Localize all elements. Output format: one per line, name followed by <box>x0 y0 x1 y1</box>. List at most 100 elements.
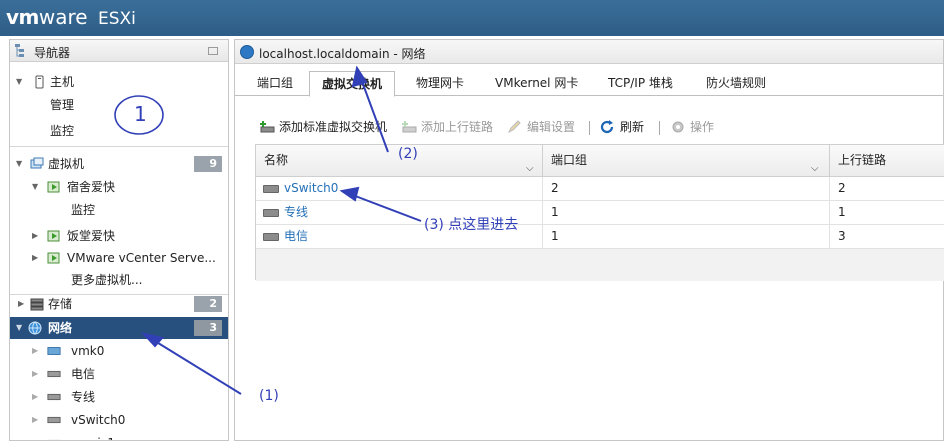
expand-right-icon[interactable]: ▶ <box>32 340 38 362</box>
column-header-uplinks[interactable]: 上行链路 <box>830 145 944 177</box>
tree-item-vswitch0[interactable]: ▶ vSwitch0 <box>10 409 228 431</box>
navigator-title: 导航器 <box>34 46 71 60</box>
tab-physical-nics[interactable]: 物理网卡 <box>416 72 464 96</box>
collapse-panel-icon[interactable] <box>208 47 218 55</box>
tree-label-vm-dorm: 宿舍爱快 <box>67 180 116 194</box>
annotation-circle-mark: 1 <box>134 102 147 126</box>
port-group-icon <box>47 393 61 401</box>
tree-label-network: 网络 <box>48 321 73 335</box>
expand-right-icon[interactable]: ▶ <box>32 386 38 408</box>
top-banner: vmware ESXi <box>0 0 944 36</box>
tree-item-manage[interactable]: 管理 <box>10 94 228 116</box>
expand-right-icon[interactable]: ▶ <box>32 247 38 269</box>
cell-uplinks: 2 <box>838 181 846 195</box>
tab-vmkernel-nics[interactable]: VMkernel 网卡 <box>495 72 578 96</box>
tree-label-vmk0: vmk0 <box>71 344 105 358</box>
table-row[interactable]: vSwitch0 2 2 <box>256 177 944 201</box>
tab-tcpip-stacks[interactable]: TCP/IP 堆栈 <box>608 72 673 96</box>
tree-label-dedicated: 专线 <box>71 390 96 404</box>
cell-portgroups: 2 <box>543 177 830 201</box>
switch-link-telecom[interactable]: 电信 <box>284 229 308 243</box>
annotation-label-3: (3) 点这里进去 <box>424 217 519 233</box>
storage-count-badge: 2 <box>194 296 222 312</box>
cell-portgroups: 1 <box>543 201 830 225</box>
tab-virtual-switches[interactable]: 虚拟交换机 <box>309 71 396 97</box>
network-count-badge: 3 <box>194 320 222 336</box>
tree-label-telecom: 电信 <box>71 367 96 381</box>
expand-right-icon[interactable]: ▶ <box>32 409 38 431</box>
content-header: localhost.localdomain - 网络 <box>235 40 943 64</box>
navigator-panel: 导航器 ▼ 主机 管理 监控 ▼ 虚拟机 9 ▼ 宿舍爱快 监控 ▶ 饭堂爱快 … <box>9 39 229 441</box>
vswitch-icon <box>263 233 279 241</box>
vswitch-icon <box>47 416 61 424</box>
expand-down-icon[interactable]: ▼ <box>16 153 22 175</box>
annotation-label-1: (1) <box>259 388 279 404</box>
tree-item-dedicated[interactable]: ▶ 专线 <box>10 386 228 408</box>
network-globe-icon <box>240 45 254 59</box>
vswitch-icon <box>263 209 279 217</box>
tree-item-storage[interactable]: ▶ 存储 2 <box>10 293 228 315</box>
tree-label-more-vms: 更多虚拟机... <box>71 273 143 287</box>
cell-portgroups: 1 <box>543 225 830 249</box>
vmware-esxi-logo: vmware ESXi <box>6 5 136 29</box>
page-title: localhost.localdomain - 网络 <box>259 47 426 61</box>
tree-item-vm-dorm-monitor[interactable]: 监控 <box>10 199 228 221</box>
refresh-icon <box>600 120 614 134</box>
divider <box>10 146 228 147</box>
add-switch-icon <box>260 121 275 133</box>
toolbar-separator <box>589 121 590 135</box>
tree-item-vmnic1[interactable]: ▶ vmnic1 <box>10 432 228 440</box>
table-row[interactable]: 专线 1 1 <box>256 201 944 225</box>
vm-count-badge: 9 <box>194 156 222 172</box>
expand-right-icon[interactable]: ▶ <box>18 293 24 315</box>
network-globe-icon <box>28 321 42 335</box>
cell-name: vSwitch0 <box>256 177 543 201</box>
navigator-header: 导航器 <box>10 40 228 62</box>
tree-label-manage: 管理 <box>50 98 75 112</box>
add-uplink-icon <box>402 121 417 133</box>
expand-down-icon[interactable]: ▼ <box>16 71 22 93</box>
table-footer <box>256 249 944 281</box>
vm-running-icon <box>47 181 60 193</box>
expand-right-icon[interactable]: ▶ <box>32 225 38 247</box>
tree-item-telecom[interactable]: ▶ 电信 <box>10 363 228 385</box>
pencil-icon <box>507 120 521 134</box>
tab-firewall-rules[interactable]: 防火墙规则 <box>706 72 766 96</box>
tree-label-monitor: 监控 <box>50 124 75 138</box>
tree-item-network[interactable]: ▼ 网络 3 <box>10 317 228 339</box>
tree-label-vm-dorm-monitor: 监控 <box>71 203 96 217</box>
switch-table: 名称 ⌵ 端口组 ⌵ 上行链路 vSwitch0 2 2 专线 1 1 电信 1… <box>255 144 944 281</box>
tree-item-host[interactable]: ▼ 主机 <box>10 71 228 93</box>
tree-label-vm-canteen: 饭堂爱快 <box>67 229 116 243</box>
switch-link-vswitch0[interactable]: vSwitch0 <box>284 181 338 195</box>
vm-running-icon <box>47 230 60 242</box>
expand-right-icon[interactable]: ▶ <box>32 432 38 440</box>
expand-down-icon[interactable]: ▼ <box>16 317 22 339</box>
tab-port-groups[interactable]: 端口组 <box>257 72 293 96</box>
storage-icon <box>30 298 44 311</box>
tree-item-vms[interactable]: ▼ 虚拟机 9 <box>10 153 228 175</box>
cell-uplinks: 3 <box>838 229 846 243</box>
expand-right-icon[interactable]: ▶ <box>32 363 38 385</box>
tree-item-vm-canteen[interactable]: ▶ 饭堂爱快 <box>10 225 228 247</box>
vswitch-icon <box>263 185 279 193</box>
host-icon <box>35 75 44 89</box>
tree-label-vswitch0: vSwitch0 <box>71 413 126 427</box>
tree-item-vm-dorm[interactable]: ▼ 宿舍爱快 <box>10 176 228 198</box>
tree-item-vmk0[interactable]: ▶ vmk0 <box>10 340 228 362</box>
physical-nic-icon <box>47 439 61 440</box>
tree-item-vm-vcenter[interactable]: ▶ VMware vCenter Serve... <box>10 247 228 269</box>
vm-running-icon <box>47 252 60 264</box>
content-panel: localhost.localdomain - 网络 端口组 虚拟交换机 物理网… <box>234 39 944 441</box>
table-header: 名称 ⌵ 端口组 ⌵ 上行链路 <box>256 145 944 177</box>
vm-icon <box>30 157 44 169</box>
column-header-portgroups[interactable]: 端口组 ⌵ <box>543 145 830 177</box>
navigator-icon <box>15 44 24 57</box>
table-row[interactable]: 电信 1 3 <box>256 225 944 249</box>
gear-icon <box>672 121 684 133</box>
tree-item-more-vms[interactable]: 更多虚拟机... <box>10 269 228 291</box>
cell-uplinks: 1 <box>838 205 846 219</box>
tree-item-monitor[interactable]: 监控 <box>10 120 228 142</box>
expand-down-icon[interactable]: ▼ <box>32 176 38 198</box>
switch-link-dedicated[interactable]: 专线 <box>284 205 308 219</box>
